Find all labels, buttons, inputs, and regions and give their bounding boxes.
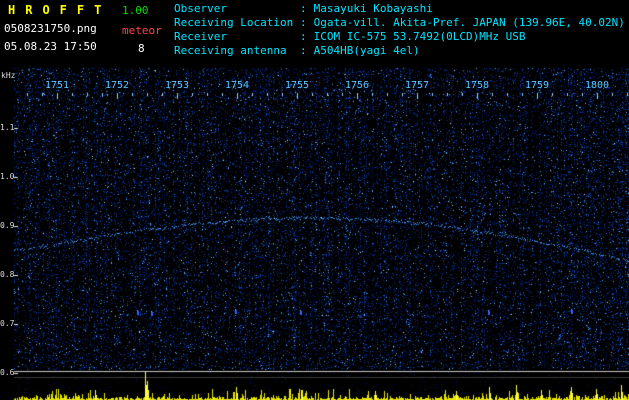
freq-tick-label: 0.7	[0, 319, 15, 328]
info-label: Receiving Location	[174, 16, 294, 29]
info-separator: :	[300, 30, 307, 43]
time-tick-label: 1759	[524, 80, 550, 91]
time-tick-label: 1751	[44, 80, 70, 91]
time-tick-label: 1752	[104, 80, 130, 91]
info-label: Observer	[174, 2, 227, 15]
time-tick-label: 1756	[344, 80, 370, 91]
info-row-receiver: Receiver: ICOM IC-575 53.7492(0LCD)MHz US…	[174, 30, 625, 44]
time-tick-label: 1753	[164, 80, 190, 91]
freq-tick-label: 0.8	[0, 270, 15, 279]
echo-count: 8	[138, 42, 145, 55]
time-tick-label: 1800	[584, 80, 610, 91]
info-value: Masayuki Kobayashi	[313, 2, 433, 15]
freq-axis-unit: kHz	[1, 71, 16, 80]
info-row-location: Receiving Location: Ogata-vill. Akita-Pre…	[174, 16, 625, 30]
freq-tick-label: 1.1	[0, 123, 15, 132]
filename-label: 0508231750.png	[4, 22, 97, 35]
time-tick-label: 1757	[404, 80, 430, 91]
info-separator: :	[300, 2, 307, 15]
freq-tick-label: 1.0	[0, 172, 15, 181]
time-tick-label: 1755	[284, 80, 310, 91]
receiver-info-block: Observer: Masayuki Kobayashi Receiving Lo…	[174, 2, 625, 58]
time-tick-label: 1754	[224, 80, 250, 91]
info-value: A504HB(yagi 4el)	[313, 44, 420, 57]
info-row-antenna: Receiving antenna: A504HB(yagi 4el)	[174, 44, 625, 58]
spectrogram-canvas	[0, 0, 629, 400]
datetime-label: 05.08.23 17:50	[4, 40, 97, 53]
time-tick-label: 1758	[464, 80, 490, 91]
info-row-observer: Observer: Masayuki Kobayashi	[174, 2, 625, 16]
hrofft-window: HROFFT 1.00 0508231750.png meteor 05.08.…	[0, 0, 629, 400]
info-value: ICOM IC-575 53.7492(0LCD)MHz USB	[313, 30, 526, 43]
version-label: 1.00	[122, 4, 149, 17]
mode-label: meteor	[122, 24, 162, 37]
info-separator: :	[300, 44, 307, 57]
info-label: Receiver	[174, 30, 227, 43]
app-title: HROFFT	[8, 3, 112, 17]
info-label: Receiving antenna	[174, 44, 287, 57]
info-value: Ogata-vill. Akita-Pref. JAPAN (139.96E, …	[313, 16, 625, 29]
freq-tick-label: 0.6	[0, 368, 15, 377]
freq-tick-label: 0.9	[0, 221, 15, 230]
info-separator: :	[300, 16, 307, 29]
